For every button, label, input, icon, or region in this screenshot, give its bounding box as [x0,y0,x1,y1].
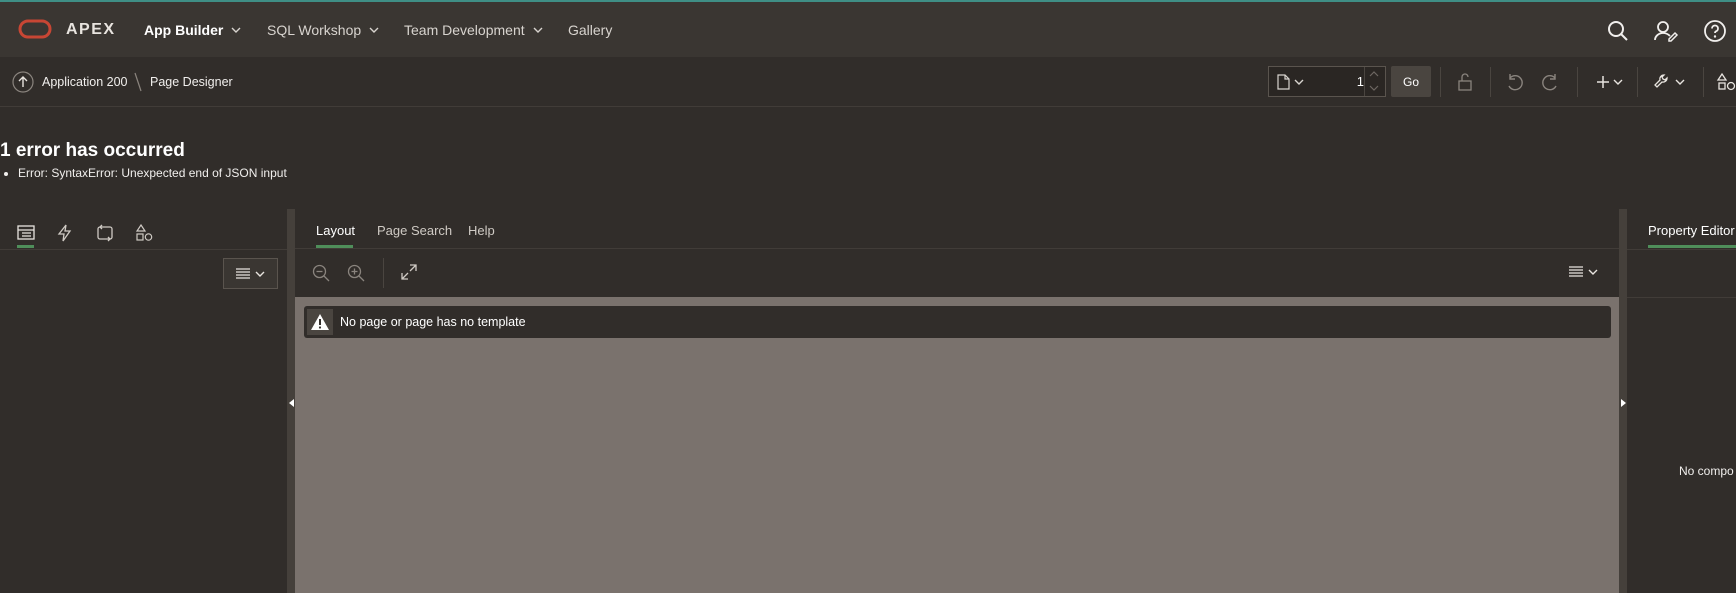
breadcrumb-page-designer: Page Designer [150,75,233,89]
tab-help[interactable]: Help [468,223,495,238]
list-icon [1569,266,1583,277]
unlock-icon[interactable] [1453,71,1477,93]
active-tab-indicator [316,245,353,248]
toolbar-separator [1490,67,1491,97]
chevron-down-icon [369,27,379,33]
zoom-in-icon[interactable] [347,264,365,282]
warning-message: No page or page has no template [340,315,526,329]
tab-layout[interactable]: Layout [316,223,355,238]
page-finder-button[interactable] [1277,74,1304,90]
go-button[interactable]: Go [1391,66,1431,97]
apex-brand-label[interactable]: APEX [66,21,116,39]
stepper-divider [1364,67,1365,96]
nav-gallery[interactable]: Gallery [568,22,612,38]
nav-app-builder-label: App Builder [144,22,224,38]
nav-sql-workshop[interactable]: SQL Workshop [267,22,379,38]
active-tab-indicator [17,245,34,248]
active-tab-indicator [1648,245,1736,248]
error-heading: 1 error has occurred [0,140,185,161]
redo-icon[interactable] [1538,71,1562,93]
user-settings-icon[interactable] [1653,19,1679,43]
help-icon[interactable] [1703,19,1727,43]
left-splitter[interactable] [287,209,295,593]
nav-team-development-label: Team Development [404,22,525,38]
chevron-down-icon [255,271,265,277]
collapse-right-icon[interactable] [1621,399,1626,407]
right-tabs-divider [1627,249,1736,250]
page-selector: 1 [1268,66,1386,97]
center-tab-bar: Layout Page Search Help [295,209,1619,249]
undo-icon[interactable] [1503,71,1527,93]
page-number-input[interactable]: 1 [1319,74,1364,89]
toolbar-separator [1637,67,1638,97]
collapse-left-icon[interactable] [289,399,294,407]
breadcrumb-separator-icon [133,71,143,93]
create-menu-button[interactable] [1594,71,1626,93]
nav-sql-workshop-label: SQL Workshop [267,22,362,38]
page-number-decrement[interactable] [1369,85,1379,91]
list-icon [236,268,250,279]
top-navigation-bar: APEX App Builder SQL Workshop Team Devel… [0,0,1736,57]
oracle-logo-icon[interactable] [18,19,52,39]
chevron-down-icon [231,27,241,33]
dynamic-actions-tab-icon[interactable] [52,220,78,246]
error-message: Error: SyntaxError: Unexpected end of JS… [18,166,287,180]
wrench-icon [1654,74,1668,88]
error-list: Error: SyntaxError: Unexpected end of JS… [18,166,287,180]
left-tabs-divider [0,249,287,250]
zoom-separator [383,258,384,288]
toolbar-separator [1703,67,1704,97]
nav-team-development[interactable]: Team Development [404,22,543,38]
up-arrow-icon[interactable] [12,71,34,93]
chevron-down-icon [533,27,543,33]
warning-alert: No page or page has no template [304,306,1611,338]
tab-page-search[interactable]: Page Search [377,223,452,238]
chevron-down-icon [1613,79,1623,85]
utilities-menu-button[interactable] [1652,71,1686,93]
center-panel: Layout Page Search Help No page or page … [295,209,1619,593]
left-panel-menu-button[interactable] [223,258,278,289]
nav-app-builder[interactable]: App Builder [144,22,241,38]
rendering-tab-icon[interactable] [13,220,39,246]
toolbar-separator [1440,67,1441,97]
chevron-down-icon [1588,269,1598,275]
layout-canvas[interactable] [295,297,1619,593]
chevron-down-icon [1294,79,1304,85]
plus-icon [1597,76,1609,88]
processing-tab-icon[interactable] [92,220,118,246]
search-icon[interactable] [1606,19,1630,43]
right-toolbar-divider [1627,297,1736,298]
zoom-out-icon[interactable] [312,264,330,282]
left-panel [0,209,287,593]
no-component-message: No compo [1679,464,1734,478]
toolbar-separator [1577,67,1578,97]
expand-icon[interactable] [401,264,417,280]
breadcrumb-application[interactable]: Application 200 [42,75,127,89]
shared-components-tab-icon[interactable] [131,220,157,246]
property-editor-panel: Property Editor No compo [1627,209,1736,593]
chevron-down-icon [1675,79,1685,85]
nav-gallery-label: Gallery [568,22,613,38]
page-icon [1277,74,1290,90]
page-designer-toolbar: Application 200 Page Designer 1 Go [0,57,1736,107]
shared-components-icon[interactable] [1716,71,1736,93]
layout-menu-button[interactable] [1569,266,1598,277]
page-number-increment[interactable] [1369,71,1379,77]
tab-property-editor[interactable]: Property Editor [1648,223,1735,238]
warning-icon [307,309,333,335]
right-splitter[interactable] [1619,209,1627,593]
